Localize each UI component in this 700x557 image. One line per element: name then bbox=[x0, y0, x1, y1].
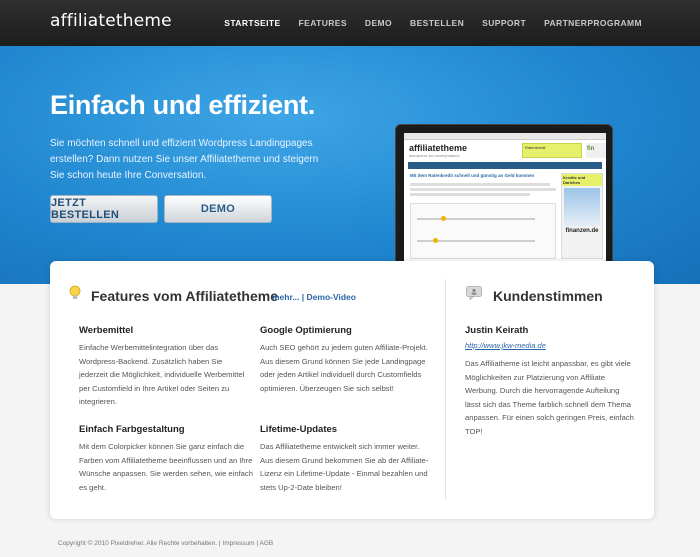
feature-lifetime-updates: Lifetime-Updates Das Affiliatetheme entw… bbox=[260, 424, 434, 494]
agb-link[interactable]: AGB bbox=[260, 540, 274, 547]
hero-text: Sie möchten schnell und effizient Wordpr… bbox=[50, 138, 319, 181]
feature-title: Lifetime-Updates bbox=[260, 424, 338, 435]
footer-copyright: Copyright © 2010 Pixeldreher. Alle Recht… bbox=[58, 540, 223, 547]
features-links: mehr... | Demo-Video bbox=[272, 292, 356, 302]
screen-slider-knob-2 bbox=[433, 238, 438, 243]
screen-sidebar: Kredite und Darlehen finanzen.de bbox=[561, 173, 603, 259]
feature-farbgestaltung: Einfach Farbgestaltung Mit dem Colorpick… bbox=[79, 424, 253, 494]
screen-slider-knob-1 bbox=[441, 216, 446, 221]
top-navbar: affiliatetheme STARTSEITE FEATURES DEMO … bbox=[0, 0, 700, 46]
screen-headline: Mit dem Ratenkredit schnell und günstig … bbox=[410, 173, 535, 178]
nav-partnerprogramm[interactable]: PARTNERPROGRAMM bbox=[544, 18, 642, 28]
impressum-link[interactable]: Impressum bbox=[222, 540, 254, 547]
link-separator: | bbox=[299, 292, 307, 302]
nav-support[interactable]: SUPPORT bbox=[482, 18, 526, 28]
feature-text: Mit dem Colorpicker können Sie ganz einf… bbox=[79, 442, 253, 492]
hero-section: Einfach und effizient. Sie möchten schne… bbox=[0, 46, 700, 284]
site-logo[interactable]: affiliatetheme bbox=[50, 11, 172, 31]
hero-title: Einfach und effizient. bbox=[50, 90, 315, 120]
nav-startseite[interactable]: STARTSEITE bbox=[224, 18, 280, 28]
nav-bestellen[interactable]: BESTELLEN bbox=[410, 18, 464, 28]
lightbulb-icon bbox=[69, 285, 81, 299]
feature-title: Werbemittel bbox=[79, 325, 134, 336]
features-title: Features vom Affiliatetheme bbox=[91, 288, 278, 304]
screen-sidebar-logo: finanzen.de bbox=[565, 228, 599, 234]
laptop-screen-frame: affiliatetheme wordpress for moneymakers… bbox=[395, 124, 613, 264]
feature-text: Auch SEO gehört zu jedem guten Affiliate… bbox=[260, 343, 428, 393]
screen-menu bbox=[408, 162, 602, 169]
nav-demo[interactable]: DEMO bbox=[365, 18, 392, 28]
screen-calculator-box bbox=[410, 203, 556, 259]
feature-google-optimierung: Google Optimierung Auch SEO gehört zu je… bbox=[260, 325, 434, 395]
demo-video-link[interactable]: Demo-Video bbox=[307, 292, 356, 302]
laptop-image: affiliatetheme wordpress for moneymakers… bbox=[360, 124, 648, 284]
screen-sidebar-image bbox=[564, 188, 600, 226]
feature-title: Einfach Farbgestaltung bbox=[79, 424, 185, 435]
testimonial-author: Justin Keirath bbox=[465, 325, 529, 336]
order-now-button[interactable]: JETZT BESTELLEN bbox=[50, 195, 158, 223]
feature-title: Google Optimierung bbox=[260, 325, 352, 336]
content-panel: Features vom Affiliatetheme mehr... | De… bbox=[50, 261, 654, 519]
laptop-screen: affiliatetheme wordpress for moneymakers… bbox=[404, 133, 606, 263]
screen-topbar bbox=[404, 133, 606, 140]
column-divider bbox=[445, 279, 446, 499]
screen-body-lines bbox=[410, 181, 558, 198]
feature-text: Das Affiliatetheme entwickelt sich immer… bbox=[260, 442, 429, 492]
screen-subtitle: wordpress for moneymakers bbox=[409, 153, 460, 158]
more-link[interactable]: mehr... bbox=[272, 292, 299, 302]
screen-ad-banner: Ratenkredit bbox=[522, 143, 582, 158]
screen-logo: affiliatetheme bbox=[409, 143, 468, 153]
testimonial-text: Das Affiliatheme ist leicht anpassbar, e… bbox=[465, 359, 634, 436]
screen-sidebar-header: Kredite und Darlehen bbox=[562, 174, 602, 186]
demo-button[interactable]: DEMO bbox=[164, 195, 272, 223]
feature-text: Einfache Werbemittelintegration über das… bbox=[79, 343, 245, 406]
testimonial-url-link[interactable]: http://www.jkw-media.de bbox=[465, 341, 546, 350]
feature-werbemittel: Werbemittel Einfache Werbemittelintegrat… bbox=[79, 325, 253, 409]
screen-ad-small: fin bbox=[586, 143, 606, 158]
main-nav: STARTSEITE FEATURES DEMO BESTELLEN SUPPO… bbox=[206, 18, 642, 28]
screen-slider-1 bbox=[417, 218, 535, 220]
speech-bubble-icon bbox=[466, 286, 482, 300]
footer: Copyright © 2010 Pixeldreher. Alle Recht… bbox=[58, 540, 273, 547]
nav-features[interactable]: FEATURES bbox=[299, 18, 347, 28]
testimonials-title: Kundenstimmen bbox=[493, 288, 603, 304]
